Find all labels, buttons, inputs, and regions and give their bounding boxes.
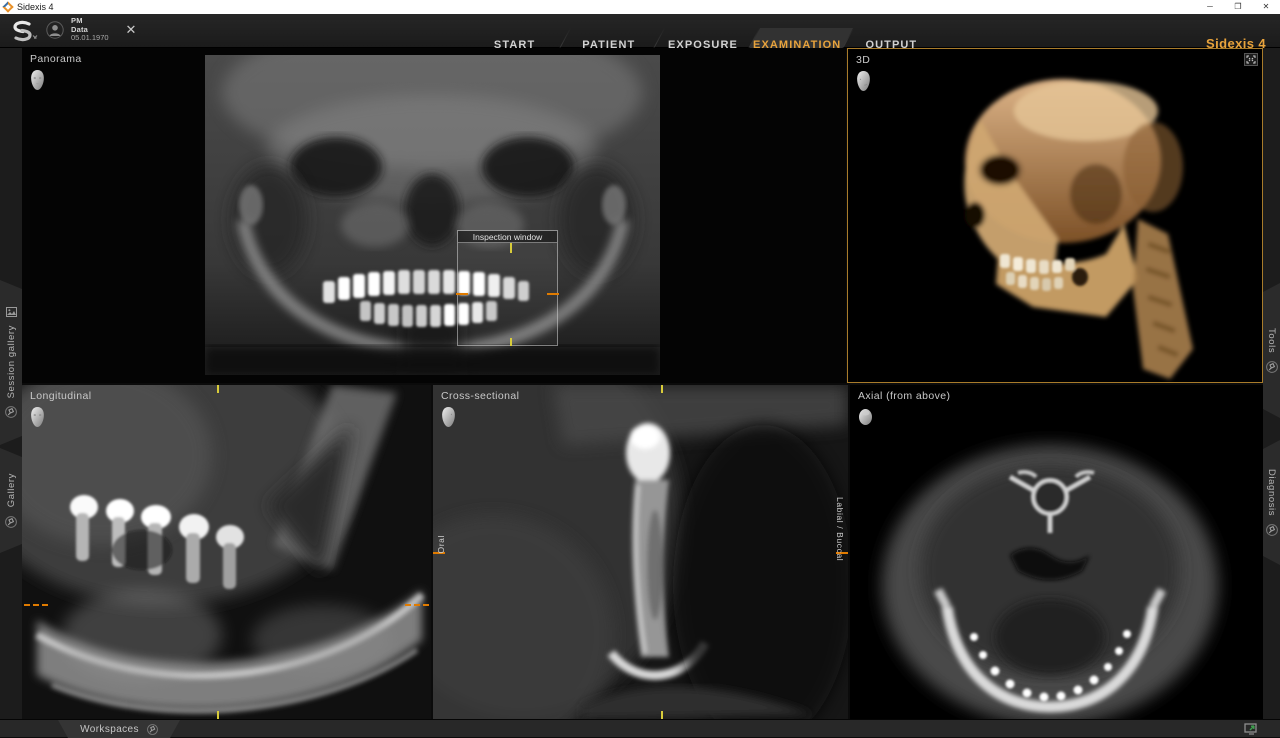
pin-icon[interactable] bbox=[147, 724, 158, 735]
slice-tick-bottom bbox=[217, 711, 219, 719]
slice-marker-left bbox=[24, 604, 48, 606]
slice-tick-top bbox=[217, 385, 219, 393]
edge-label-labial-buccal: Labial / Buccal bbox=[835, 497, 845, 561]
os-title-bar: Sidexis 4 ─ ❐ ✕ bbox=[0, 0, 1280, 14]
inspection-window[interactable]: Inspection window bbox=[457, 230, 558, 346]
sidebar-tab-diagnosis[interactable]: Diagnosis bbox=[1263, 440, 1280, 565]
sidebar-tab-label: Tools bbox=[1266, 328, 1277, 353]
pin-icon[interactable] bbox=[1266, 361, 1278, 373]
panel-title: Panorama bbox=[30, 53, 82, 65]
sidebar-tab-label: Session gallery bbox=[6, 325, 17, 398]
right-sidebar: Tools Diagnosis bbox=[1263, 48, 1280, 719]
orientation-head-icon bbox=[857, 406, 874, 428]
axial-slice-image bbox=[850, 385, 1263, 719]
longitudinal-slice-image bbox=[22, 385, 431, 719]
slice-marker-right bbox=[547, 293, 559, 295]
session-gallery-icon bbox=[6, 307, 17, 317]
patient-dob: 05.01.1970 bbox=[71, 34, 109, 43]
inspection-window-label: Inspection window bbox=[458, 231, 557, 243]
orientation-head-icon bbox=[29, 69, 46, 91]
app-icon bbox=[2, 1, 13, 12]
sirona-logo[interactable] bbox=[8, 19, 42, 43]
workspaces-label: Workspaces bbox=[80, 724, 139, 735]
panel-title: Longitudinal bbox=[30, 390, 91, 402]
viewport-longitudinal[interactable]: Longitudinal bbox=[22, 385, 431, 719]
patient-info: PM Data 05.01.1970 bbox=[71, 17, 109, 43]
slice-marker-right bbox=[405, 604, 429, 606]
sidebar-tab-label: Diagnosis bbox=[1266, 469, 1277, 516]
bottom-bar: Workspaces bbox=[0, 719, 1280, 737]
viewport-axial[interactable]: Axial (from above) bbox=[850, 385, 1263, 719]
orientation-head-icon bbox=[29, 406, 46, 428]
minimize-button[interactable]: ─ bbox=[1196, 0, 1224, 14]
window-title: Sidexis 4 bbox=[17, 2, 54, 12]
edge-label-oral: Oral bbox=[436, 535, 446, 553]
orientation-head-icon bbox=[440, 406, 457, 428]
panel-title: Cross-sectional bbox=[441, 390, 519, 402]
pin-icon[interactable] bbox=[5, 406, 17, 418]
slice-tick-top bbox=[661, 385, 663, 393]
sidebar-tab-label: Gallery bbox=[6, 473, 17, 507]
pin-icon[interactable] bbox=[5, 516, 17, 528]
workspaces-tab[interactable]: Workspaces bbox=[58, 720, 180, 738]
expand-icon[interactable] bbox=[1244, 53, 1258, 66]
close-patient-icon[interactable]: ✕ bbox=[126, 22, 137, 38]
slice-tick bbox=[510, 338, 512, 346]
second-monitor-icon[interactable] bbox=[1244, 723, 1258, 735]
pin-icon[interactable] bbox=[1266, 524, 1278, 536]
app-header: PM Data 05.01.1970 ✕ START PATIENT EXPOS… bbox=[0, 14, 1280, 48]
sidebar-tab-session-gallery[interactable]: Session gallery bbox=[0, 280, 22, 445]
sidebar-tab-tools[interactable]: Tools bbox=[1263, 283, 1280, 418]
left-sidebar: Session gallery Gallery bbox=[0, 48, 22, 719]
sidebar-tab-gallery[interactable]: Gallery bbox=[0, 448, 22, 553]
panorama-xray-image bbox=[205, 55, 660, 375]
slice-marker-left bbox=[456, 293, 468, 295]
slice-tick bbox=[510, 243, 512, 253]
skull-3d-render bbox=[848, 49, 1262, 382]
slice-tick-bottom bbox=[661, 711, 663, 719]
current-patient-chip[interactable]: PM Data 05.01.1970 ✕ bbox=[46, 17, 136, 43]
orientation-head-icon bbox=[855, 70, 872, 92]
panel-title: Axial (from above) bbox=[858, 390, 950, 402]
restore-button[interactable]: ❐ bbox=[1224, 0, 1252, 14]
panel-title: 3D bbox=[856, 54, 870, 66]
close-button[interactable]: ✕ bbox=[1252, 0, 1280, 14]
viewport-panorama[interactable]: Panorama bbox=[22, 48, 846, 383]
cross-sectional-slice-image bbox=[433, 385, 848, 719]
viewport-cross-sectional[interactable]: Cross-sectional Oral Labial / Buccal bbox=[433, 385, 848, 719]
patient-avatar-icon bbox=[46, 21, 64, 39]
viewport-3d[interactable]: 3D bbox=[847, 48, 1263, 383]
